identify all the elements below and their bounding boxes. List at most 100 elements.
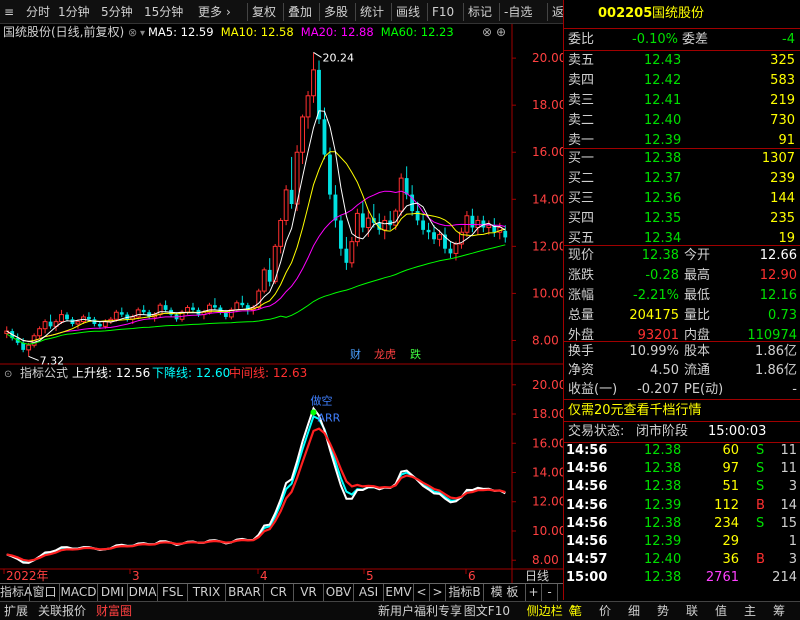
indicator-tab-12[interactable]: EMV [384, 584, 414, 601]
indicator-tab-4[interactable]: DMA [128, 584, 158, 601]
status-left-0[interactable]: 扩展 [4, 603, 28, 620]
tick-side: S [756, 443, 765, 458]
weicha-value: -4 [782, 32, 795, 47]
menu-icon[interactable]: ≡ [4, 3, 14, 21]
side-tab-3[interactable]: 势 [657, 603, 669, 620]
indicator-tab-15[interactable]: 指标B [446, 584, 484, 601]
signal-annotation-2: ARR [318, 411, 341, 424]
candle-body [267, 269, 272, 282]
promo-text[interactable]: 仅需20元查看千档行情 [568, 401, 702, 421]
side-tab-0[interactable]: 笔 [570, 603, 582, 620]
indicator-tab-9[interactable]: VR [294, 584, 324, 601]
chart-close-icon[interactable]: ⊗ [482, 25, 492, 39]
ask-row-0[interactable]: 卖五 12.43 325 [564, 51, 800, 71]
period-button-2[interactable]: 5分钟 [101, 3, 133, 21]
indicator-tab-5[interactable]: FSL [158, 584, 188, 601]
candle-body [26, 344, 32, 351]
toolbar-button-5[interactable]: F10 [432, 3, 454, 21]
ask-volume: 325 [770, 53, 795, 68]
period-button-1[interactable]: 1分钟 [58, 3, 90, 21]
tick-time: 14:57 [566, 552, 608, 568]
indicator-tab-10[interactable]: OBV [324, 584, 354, 601]
ask-volume: 730 [770, 113, 795, 128]
indicator-tab-17[interactable]: + [526, 584, 542, 601]
low-marker-line [28, 356, 39, 361]
period-button-0[interactable]: 分时 [26, 3, 50, 21]
weibi-value: -0.10% [632, 32, 678, 47]
indicator-tab-11[interactable]: ASI [354, 584, 384, 601]
toolbar-button-0[interactable]: 复权 [252, 3, 276, 21]
indicator-tab-1[interactable]: 窗口 [30, 584, 60, 601]
bid-row-1[interactable]: 买二 12.37 239 [564, 169, 800, 189]
status-left-2[interactable]: 财富圈 [96, 603, 132, 620]
tick-count: 11 [780, 461, 797, 477]
tick-row: 14:56 12.38 60 S 11 [564, 442, 800, 460]
promo-row[interactable]: 仅需20元查看千档行情 [564, 401, 800, 421]
candle-body [398, 177, 404, 212]
ask-row-2[interactable]: 卖三 12.41 219 [564, 91, 800, 111]
toolbar-button-2[interactable]: 多股 [324, 3, 348, 21]
period-button-4[interactable]: 更多 [198, 3, 222, 21]
period-button-3[interactable]: 15分钟 [144, 3, 183, 21]
side-tab-4[interactable]: 联 [686, 603, 698, 620]
chart-fullscreen-icon[interactable]: ⊕ [496, 25, 506, 39]
toolbar-button-1[interactable]: 叠加 [288, 3, 312, 21]
candle-body [360, 213, 365, 228]
indicator-tab-6[interactable]: TRIX [188, 584, 226, 601]
trade-status-value: 闭市阶段 [636, 424, 689, 439]
side-tab-5[interactable]: 值 [715, 603, 727, 620]
side-tab-6[interactable]: 主 [744, 603, 756, 620]
kline-chart-area[interactable]: 国统股份(日线,前复权) ⊗ ▾ MA5: 12.59 MA10: 12.58 MA20:… [0, 24, 566, 594]
indicator-tab-3[interactable]: DMI [98, 584, 128, 601]
candle-body [65, 314, 69, 320]
y-tick-label: 8.00 [532, 333, 559, 347]
period-select-button[interactable]: 日线 [525, 569, 549, 583]
indicator-collapse-icon[interactable]: ⊙ [4, 369, 12, 380]
indicator-tab-16[interactable]: 模 板 [484, 584, 526, 601]
candle-body [261, 269, 267, 292]
chart-canvas[interactable]: 国统股份(日线,前复权) ⊗ ▾ MA5: 12.59 MA10: 12.58 MA20:… [0, 24, 566, 584]
side-tab-7[interactable]: 筹 [773, 603, 785, 620]
event-badge-2[interactable]: 跌 [410, 347, 421, 361]
top-toolbar: ≡ 分时 1分钟 5分钟 15分钟更多› 复权叠加多股统计画线 F10 标记 -自选 返回 [0, 0, 563, 24]
indicator-name[interactable]: 指标公式 [20, 365, 68, 380]
status-mid-0[interactable]: 新用户福利专享 [378, 603, 462, 620]
chevron-down-icon[interactable]: ▾ [140, 28, 145, 39]
toolbar-button-6[interactable]: 标记 [468, 3, 492, 21]
bid-row-2[interactable]: 买三 12.36 144 [564, 189, 800, 209]
candle-body [305, 95, 311, 118]
ask-row-1[interactable]: 卖四 12.42 583 [564, 71, 800, 91]
toolbar-button-8[interactable]: 返回 [552, 3, 563, 21]
indicator-tab-8[interactable]: CR [264, 584, 294, 601]
toolbar-separator [283, 3, 284, 21]
event-badge-0[interactable]: 财 [350, 347, 361, 361]
candle-body [404, 178, 409, 195]
status-mid-1[interactable]: 图文F10 [464, 603, 510, 620]
status-left-1[interactable]: 关联报价 [38, 603, 86, 620]
bid-row-3[interactable]: 买四 12.35 235 [564, 209, 800, 229]
tick-row: 14:56 12.38 234 S 15 [564, 515, 800, 533]
indicator-tab-18[interactable]: - [542, 584, 558, 601]
y-tick-label: 16.00 [532, 145, 563, 159]
event-badge-1[interactable]: 龙虎 [374, 348, 396, 361]
tick-volume: 234 [714, 515, 739, 531]
ask-price: 12.43 [644, 53, 682, 68]
status-mid-2[interactable]: 侧边栏《 [527, 603, 575, 620]
toolbar-button-3[interactable]: 统计 [360, 3, 384, 21]
indicator-tab-7[interactable]: BRAR [226, 584, 264, 601]
toolbar-button-4[interactable]: 画线 [396, 3, 420, 21]
bid-row-0[interactable]: 买一 12.38 1307 [564, 149, 800, 169]
ask-row-3[interactable]: 卖二 12.40 730 [564, 111, 800, 131]
chevron-right-icon[interactable]: › [226, 3, 231, 21]
quote-header: 002205 国统股份 [564, 4, 800, 26]
indicator-tab-0[interactable]: 指标A [0, 584, 32, 601]
side-tab-2[interactable]: 细 [628, 603, 640, 620]
indicator-tab-14[interactable]: > [430, 584, 446, 601]
indicator-tab-13[interactable]: < [414, 584, 430, 601]
toolbar-separator [247, 3, 248, 21]
side-tab-1[interactable]: 价 [599, 603, 611, 620]
toolbar-button-7[interactable]: -自选 [504, 3, 532, 21]
candle-body [486, 224, 492, 229]
close-circle-icon[interactable]: ⊗ [128, 26, 137, 39]
indicator-tab-2[interactable]: MACD [60, 584, 98, 601]
